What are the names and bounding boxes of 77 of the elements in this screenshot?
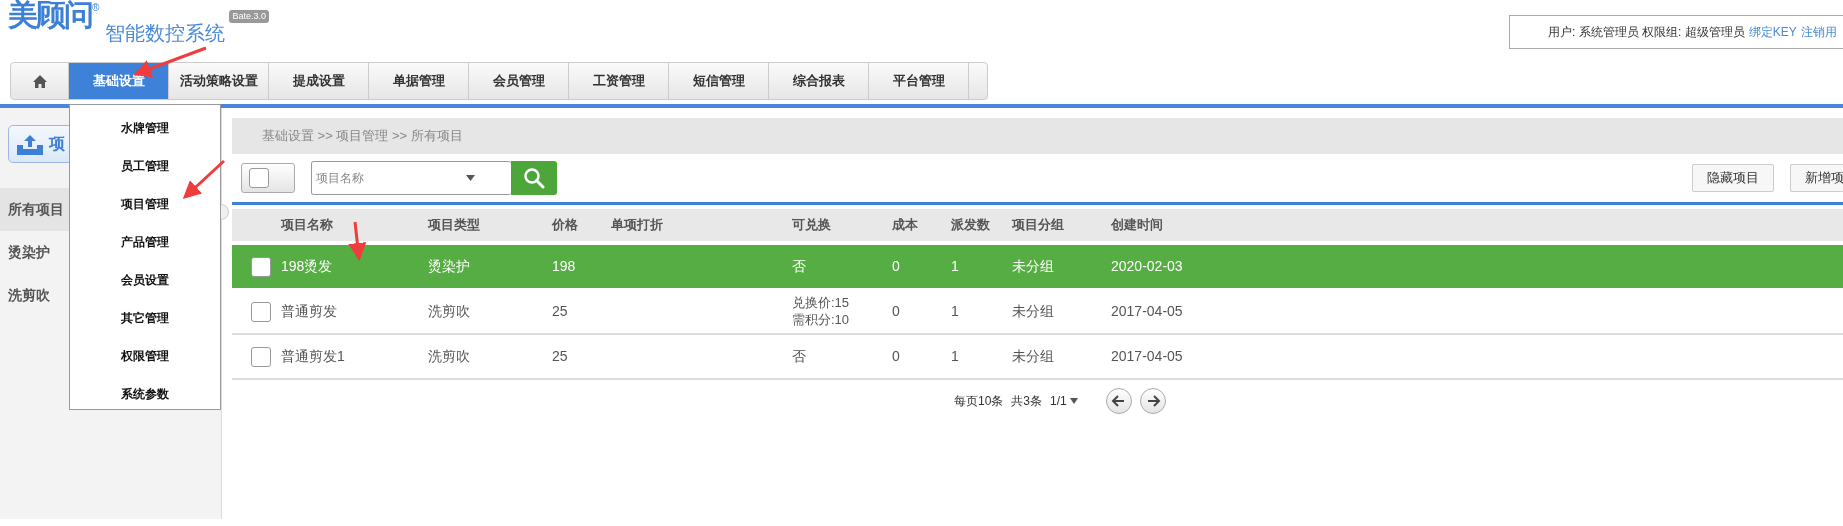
column-header: 项目类型 [428,216,481,234]
home-icon [32,75,47,89]
nav-tab[interactable]: 提成设置 [269,63,369,99]
table-cell-text: 未分组 [1012,257,1055,276]
table-row[interactable]: 普通剪发 洗剪吹 25 兑换价:15 需积分:10 0 1 未分组 2017-04-05 [232,290,1843,335]
table-cell-text: 否 [792,257,807,276]
search-button[interactable] [511,161,557,195]
row-checkbox[interactable] [251,301,271,322]
total-count: 共3条 [1011,393,1043,410]
table-cell-text: 洗剪吹 [428,302,471,321]
breadcrumb: 基础设置 >> 项目管理 >> 所有项目 [232,118,1843,154]
menu-item[interactable]: 产品管理 [70,223,220,261]
table-row[interactable]: 普通剪发1 洗剪吹 25 否 0 1 未分组 2017-04-05 [232,335,1843,380]
toolbar-button[interactable]: 隐藏项目 [1692,164,1774,192]
table-cell-text: 198 [552,257,577,276]
table-cell-text: 洗剪吹 [428,347,471,366]
nav-tab[interactable]: 会员管理 [469,63,569,99]
user-link[interactable]: 绑定KEY [1748,25,1797,39]
table-cell-text: 烫染护 [428,257,471,276]
nav-tab[interactable]: 活动策略设置 [169,63,269,99]
row-checkbox[interactable] [251,346,271,367]
page-size: 每页10条 [954,393,1004,410]
menu-item[interactable]: 项目管理 [70,185,220,223]
table-cell-text: 1 [951,347,960,366]
table-cell-text: 1 [951,257,960,276]
nav-tab[interactable]: 工资管理 [569,63,669,99]
next-page-button[interactable] [1139,388,1166,414]
column-header: 成本 [892,216,919,234]
nav-tab[interactable]: 短信管理 [669,63,769,99]
table-cell-text: 兑换价:15 需积分:10 [792,295,851,328]
search-field[interactable]: 项目名称 [311,161,511,195]
page-select[interactable]: 1/1 [1050,392,1078,410]
toolbar-button[interactable]: 新增项 [1790,164,1843,192]
nav-tab[interactable]: 单据管理 [369,63,469,99]
table-cell-text: 普通剪发1 [281,347,346,366]
menu-item[interactable]: 权限管理 [70,337,220,375]
table-cell-text: 198烫发 [281,257,334,276]
user-info: 用户: 系统管理员 权限组: 超级管理员 [1548,25,1745,39]
upload-icon [15,133,45,155]
column-header: 派发数 [951,216,991,234]
table-cell-text: 1 [951,302,960,321]
annotation-arrow [182,159,225,200]
column-header: 可兑换 [792,216,832,234]
table-cell-text: 0 [892,302,901,321]
table-cell-text: 25 [552,347,569,366]
table-cell-text: 2017-04-05 [1111,302,1184,321]
table-cell-text: 否 [792,347,807,366]
column-header: 单项打折 [611,216,664,234]
menu-item[interactable]: 会员设置 [70,261,220,299]
column-header: 创建时间 [1111,216,1164,234]
version-badge: Bate.3.0 [229,10,269,23]
prev-page-button[interactable] [1105,388,1132,414]
caret-icon [1069,398,1078,404]
caret-icon[interactable] [466,175,475,181]
row-checkbox[interactable] [251,256,271,277]
nav-tab[interactable]: 综合报表 [769,63,869,99]
table-cell-text: 普通剪发 [281,302,338,321]
column-header: 项目名称 [281,216,334,234]
column-header: 项目分组 [1012,216,1065,234]
column-header: 价格 [552,216,579,234]
table-cell-text: 2020-02-03 [1111,257,1184,276]
annotation-arrow [348,221,367,261]
table-cell-text: 25 [552,302,569,321]
table-cell-text: 0 [892,257,901,276]
table-cell-text: 未分组 [1012,347,1055,366]
select-all-button[interactable] [241,163,295,193]
user-link[interactable]: 注销用 [1800,25,1837,39]
registered-mark: ® [92,2,100,13]
button-label: 项 [49,134,65,154]
menu-item[interactable]: 其它管理 [70,299,220,337]
product-name: 智能数控系统 [105,21,226,46]
table-cell-text: 2017-04-05 [1111,347,1184,366]
table-cell-text: 未分组 [1012,302,1055,321]
menu-item[interactable]: 系统参数 [70,375,220,413]
nav-tab[interactable]: 平台管理 [869,63,969,99]
search-icon [523,167,545,189]
table-cell-text: 0 [892,347,901,366]
